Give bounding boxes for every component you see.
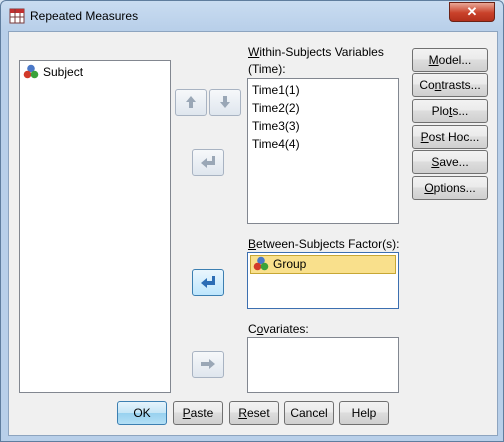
list-item[interactable]: Time3(3) bbox=[252, 118, 300, 135]
post-hoc-button[interactable]: Post Hoc... bbox=[412, 125, 488, 149]
nominal-variable-icon bbox=[253, 256, 269, 271]
options-button[interactable]: Options... bbox=[412, 176, 488, 200]
close-button[interactable]: ✕ bbox=[449, 2, 495, 22]
source-variable-list[interactable]: Subject bbox=[19, 60, 171, 393]
list-item[interactable]: Time4(4) bbox=[252, 136, 300, 153]
within-factor-label: (Time): bbox=[248, 62, 286, 76]
ok-button[interactable]: OK bbox=[117, 401, 167, 425]
plots-button[interactable]: Plots... bbox=[412, 99, 488, 123]
model-button[interactable]: Model... bbox=[412, 48, 488, 72]
save-button[interactable]: Save... bbox=[412, 150, 488, 174]
between-subjects-list[interactable]: Group bbox=[247, 252, 399, 309]
covariates-label: Covariates: bbox=[248, 322, 309, 336]
close-icon: ✕ bbox=[466, 4, 478, 19]
move-down-button[interactable] bbox=[209, 89, 241, 116]
app-table-icon bbox=[9, 8, 25, 24]
within-subjects-label: Within-Subjects Variables bbox=[248, 45, 384, 59]
within-subjects-list[interactable]: Time1(1) Time2(2) Time3(3) Time4(4) bbox=[247, 78, 399, 224]
dialog-window: Repeated Measures ✕ Subject Within-Subje… bbox=[0, 0, 504, 442]
dialog-body: Subject Within-Subjects Variables (Time)… bbox=[8, 31, 498, 436]
covariates-list[interactable] bbox=[247, 337, 399, 393]
help-button[interactable]: Help bbox=[339, 401, 389, 425]
between-subjects-label: Between-Subjects Factor(s): bbox=[248, 237, 400, 251]
move-to-covariates-button[interactable] bbox=[192, 351, 224, 378]
arrow-right-icon bbox=[201, 359, 215, 369]
contrasts-button[interactable]: Contrasts... bbox=[412, 73, 488, 97]
title-bar[interactable]: Repeated Measures ✕ bbox=[1, 1, 503, 31]
window-title: Repeated Measures bbox=[30, 9, 139, 23]
arrow-left-icon bbox=[201, 276, 215, 288]
arrow-left-icon bbox=[201, 156, 215, 168]
list-item[interactable]: Time2(2) bbox=[252, 100, 300, 117]
list-item-selected[interactable]: Group bbox=[250, 255, 396, 274]
move-up-button[interactable] bbox=[175, 89, 207, 116]
reset-button[interactable]: Reset bbox=[229, 401, 279, 425]
list-item-label: Group bbox=[273, 257, 307, 271]
move-to-within-button[interactable] bbox=[192, 149, 224, 176]
list-item[interactable]: Subject bbox=[23, 64, 83, 81]
list-item[interactable]: Time1(1) bbox=[252, 82, 300, 99]
arrow-down-icon bbox=[220, 96, 230, 108]
paste-button[interactable]: Paste bbox=[173, 401, 223, 425]
cancel-button[interactable]: Cancel bbox=[284, 401, 334, 425]
arrow-up-icon bbox=[186, 96, 196, 108]
move-to-between-button[interactable] bbox=[192, 269, 224, 296]
list-item-label: Subject bbox=[43, 65, 84, 79]
scale-variable-icon bbox=[23, 64, 39, 79]
